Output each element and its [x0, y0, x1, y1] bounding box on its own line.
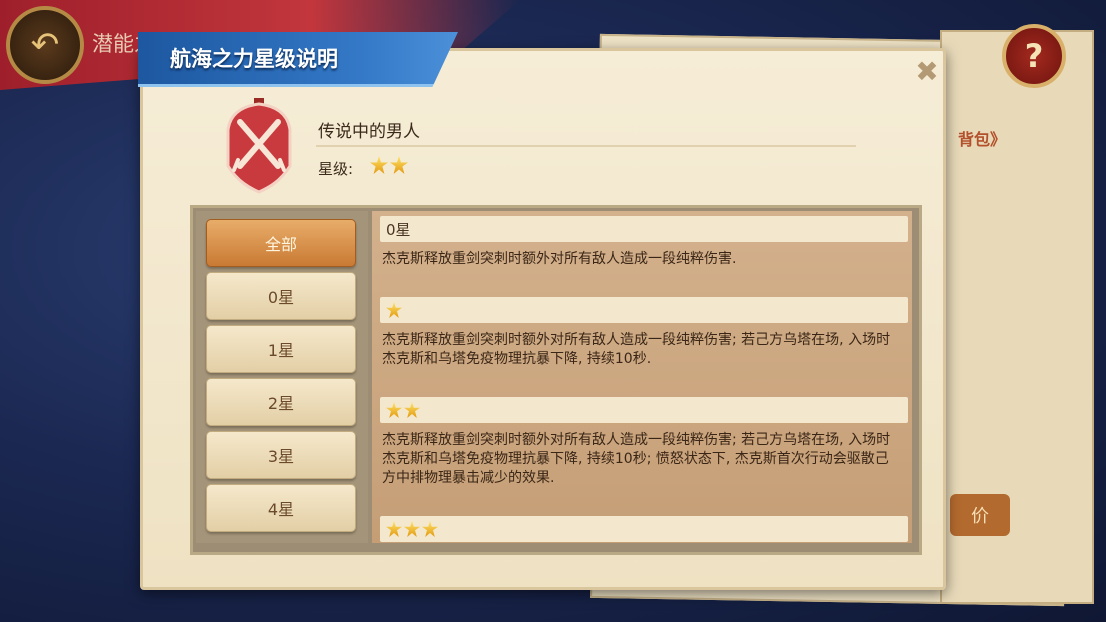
star-icon	[386, 302, 402, 318]
section-text-1: 杰克斯释放重剑突刺时额外对所有敌人造成一段纯粹伤害; 若己方乌塔在场, 入场时杰…	[382, 332, 891, 367]
section-text-0: 杰克斯释放重剑突刺时额外对所有敌人造成一段纯粹伤害.	[382, 251, 737, 267]
hero-name: 传说中的男人	[318, 122, 420, 142]
star-label: 星级:	[318, 160, 354, 178]
section-header-3	[380, 516, 908, 542]
section-header-2	[380, 397, 908, 423]
back-button[interactable]: ↶	[6, 6, 84, 84]
star-icon	[404, 521, 420, 537]
star-icon	[390, 156, 408, 174]
tab-2-star[interactable]: 2星	[206, 378, 356, 426]
section-header-0: 0星	[380, 216, 908, 242]
tab-4-star[interactable]: 4星	[206, 484, 356, 532]
star-icon	[422, 521, 438, 537]
hero-star-rating	[370, 156, 408, 174]
section-text-2: 杰克斯释放重剑突刺时额外对所有敌人造成一段纯粹伤害; 若己方乌塔在场, 入场时杰…	[382, 432, 891, 486]
dialog-title: 航海之力星级说明	[170, 47, 338, 71]
tab-all[interactable]: 全部	[206, 219, 356, 267]
help-button[interactable]: ?	[1002, 24, 1066, 88]
section-header-1	[380, 297, 908, 323]
back-arrow-icon: ↶	[30, 25, 60, 65]
hero-emblem-icon	[226, 98, 292, 194]
tab-3-star[interactable]: 3星	[206, 431, 356, 479]
description-list[interactable]: 0星 杰克斯释放重剑突刺时额外对所有敌人造成一段纯粹伤害. 杰克斯释放重剑突刺时…	[372, 211, 912, 543]
star-icon	[386, 402, 402, 418]
tab-1-star[interactable]: 1星	[206, 325, 356, 373]
background-action-button: 价	[950, 494, 1010, 536]
hero-divider	[316, 145, 856, 147]
star-icon	[370, 156, 388, 174]
tab-0-star[interactable]: 0星	[206, 272, 356, 320]
background-bag-link: 背包》	[958, 130, 1007, 149]
close-button[interactable]: ✖	[913, 58, 941, 86]
star-icon	[404, 402, 420, 418]
star-icon	[386, 521, 402, 537]
section-title-0-star: 0星	[386, 220, 411, 239]
